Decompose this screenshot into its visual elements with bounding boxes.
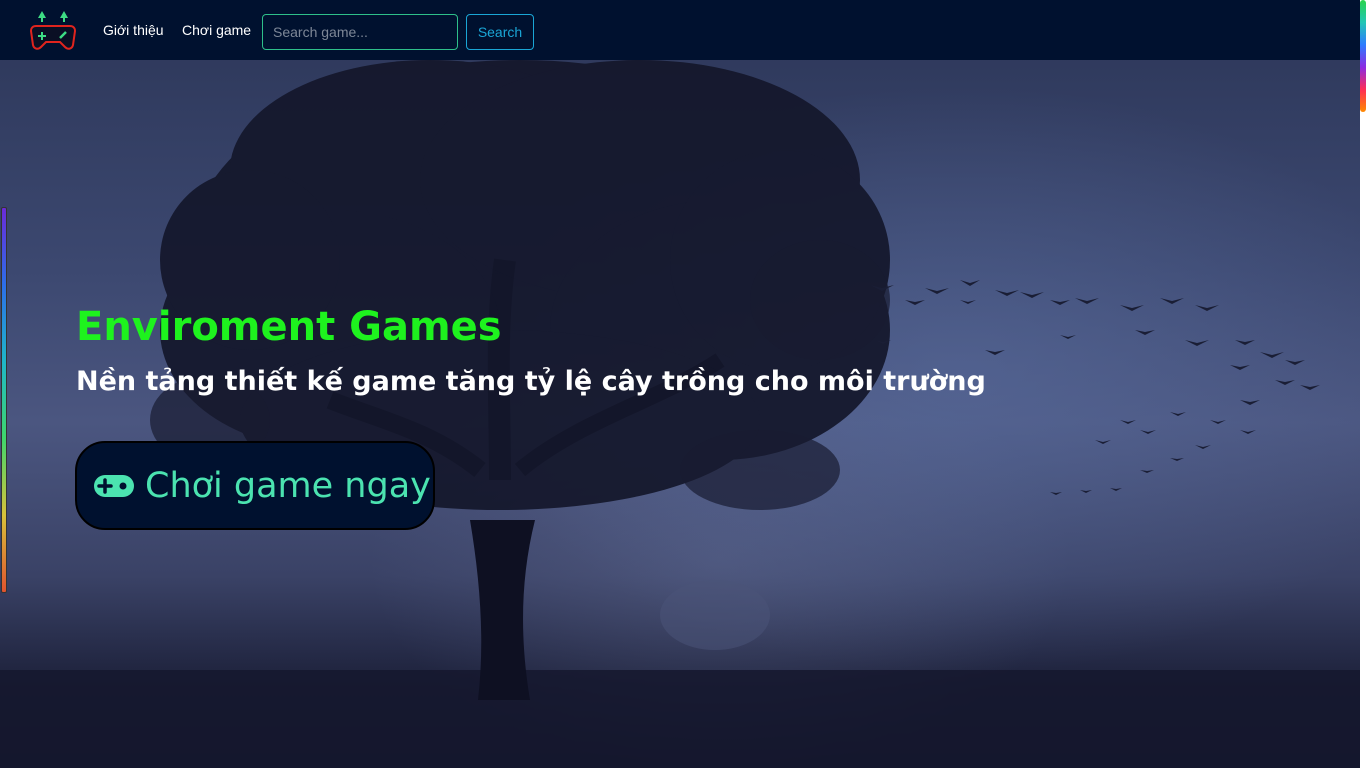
scrollbar-track[interactable] <box>1360 0 1366 768</box>
nav-link-about[interactable]: Giới thiệu <box>103 22 164 38</box>
search-input[interactable] <box>262 14 458 50</box>
gamepad-icon <box>94 474 134 497</box>
play-now-button[interactable]: Chơi game ngay <box>75 441 435 530</box>
hero-subtitle: Nền tảng thiết kế game tăng tỷ lệ cây tr… <box>76 366 986 397</box>
search-button[interactable]: Search <box>466 14 534 50</box>
page: Giới thiệu Chơi game Search Enviroment G… <box>0 0 1366 768</box>
nav-link-play-game[interactable]: Chơi game <box>182 22 251 38</box>
rainbow-side-bar <box>1 207 7 593</box>
scrollbar-thumb[interactable] <box>1360 0 1366 112</box>
gamepad-trees-logo-icon[interactable] <box>30 8 76 52</box>
navbar: Giới thiệu Chơi game Search <box>0 0 1366 60</box>
play-now-label: Chơi game ngay <box>145 465 431 506</box>
hero-title: Enviroment Games <box>76 304 502 350</box>
